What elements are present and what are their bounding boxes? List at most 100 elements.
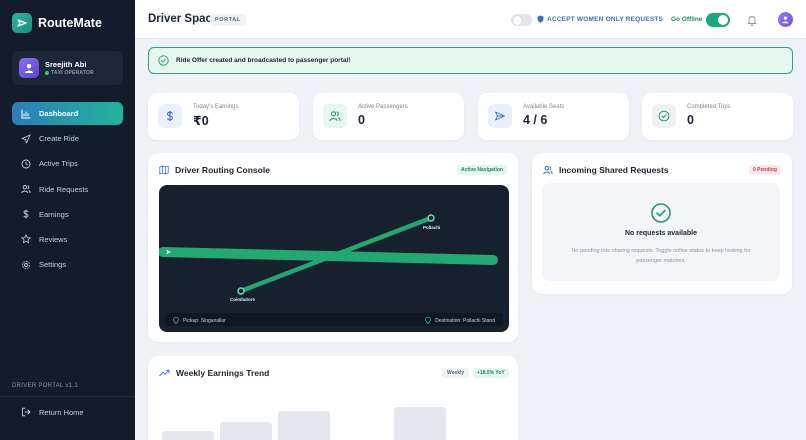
sidebar-item-label: Reviews xyxy=(39,234,68,244)
brand[interactable]: RouteMate xyxy=(12,13,102,33)
period-selector[interactable]: Weekly xyxy=(442,368,470,378)
empty-title: No requests available xyxy=(625,230,697,237)
map-footer: Pickup: Singanallur Destination: Pollach… xyxy=(165,313,503,326)
earnings-trend-panel: Weekly Earnings Trend Weekly +18.5% YoY xyxy=(148,356,518,440)
location-pin-icon xyxy=(425,317,431,324)
avatar xyxy=(19,58,39,78)
sidebar-item-label: Settings xyxy=(39,260,67,270)
navigation-icon xyxy=(21,134,31,144)
star-icon xyxy=(21,234,31,244)
destination-label: Pollachi xyxy=(423,225,441,230)
logout-icon xyxy=(22,407,31,417)
earnings-bar xyxy=(162,431,214,440)
map-icon xyxy=(159,165,169,175)
routemate-logo-icon xyxy=(12,13,32,33)
clock-icon xyxy=(21,159,31,169)
sidebar-item-active-trips[interactable]: Active Trips xyxy=(12,152,123,175)
stat-value: 4 / 6 xyxy=(523,113,548,127)
stat-value: 0 xyxy=(687,113,694,127)
trending-up-icon xyxy=(159,369,170,376)
go-offline-label: Go Offline xyxy=(671,16,703,23)
incoming-requests-panel: Incoming Shared Requests 0 Pending No re… xyxy=(532,153,792,294)
users-icon xyxy=(543,166,553,175)
check-circle-icon xyxy=(652,104,676,128)
online-status-toggle[interactable] xyxy=(706,13,730,27)
pending-badge: 0 Pending xyxy=(749,165,781,175)
pickup-text: Pickup: Singanallur xyxy=(183,317,226,324)
header-avatar[interactable] xyxy=(778,12,793,27)
dollar-icon xyxy=(158,104,182,128)
requests-title-text: Incoming Shared Requests xyxy=(559,165,669,175)
location-pin-icon xyxy=(173,317,179,324)
portal-badge: PORTAL xyxy=(210,14,246,26)
top-header: Driver Space PORTAL ACCEPT WOMEN ONLY RE… xyxy=(135,0,806,39)
brand-name: RouteMate xyxy=(38,16,102,30)
route-map-canvas xyxy=(159,214,498,295)
stat-label: Available Seats xyxy=(523,104,565,110)
user-role: TAXI OPERATOR xyxy=(45,70,94,76)
route-map[interactable]: Coimbatore Pollachi Pickup: Singanallur … xyxy=(159,185,509,332)
dollar-icon xyxy=(23,210,29,219)
destination-info: Destination: Pollachi Stand xyxy=(425,317,495,324)
navigation-status-badge: Active Navigation xyxy=(457,165,507,175)
stat-card-earnings: Today's Earnings ₹0 xyxy=(148,93,299,140)
sidebar-item-label: Earnings xyxy=(39,209,69,219)
portal-version: DRIVER PORTAL v1.1 xyxy=(12,383,78,389)
shield-icon xyxy=(537,15,544,23)
pickup-info: Pickup: Singanallur xyxy=(173,317,226,324)
stat-label: Active Passengers xyxy=(358,104,408,110)
empty-state: No requests available No pending ride sh… xyxy=(542,183,780,281)
earnings-title-text: Weekly Earnings Trend xyxy=(176,368,270,378)
return-home-label: Return Home xyxy=(39,407,84,417)
women-only-label: ACCEPT WOMEN ONLY REQUESTS xyxy=(537,15,663,23)
destination-text: Destination: Pollachi Stand xyxy=(435,317,495,324)
women-only-toggle[interactable] xyxy=(511,14,532,26)
sidebar-item-create-ride[interactable]: Create Ride xyxy=(12,127,123,150)
yoy-change-badge: +18.5% YoY xyxy=(473,368,509,378)
requests-title: Incoming Shared Requests xyxy=(543,165,669,175)
routing-console-panel: Driver Routing Console Active Navigation… xyxy=(148,153,518,342)
sidebar-item-ride-requests[interactable]: Ride Requests xyxy=(12,178,123,201)
women-only-text: ACCEPT WOMEN ONLY REQUESTS xyxy=(547,15,664,23)
earnings-title: Weekly Earnings Trend xyxy=(159,368,269,378)
stat-label: Completed Trips xyxy=(687,104,731,110)
sidebar-item-label: Ride Requests xyxy=(39,184,89,194)
users-icon xyxy=(21,185,31,194)
sidebar-item-label: Active Trips xyxy=(39,159,78,169)
bar-chart-icon xyxy=(21,109,31,118)
earnings-bar xyxy=(394,407,446,440)
stat-card-seats: Available Seats 4 / 6 xyxy=(478,93,629,140)
alert-message: Ride Offer created and broadcasted to pa… xyxy=(176,57,351,64)
user-role-label: TAXI OPERATOR xyxy=(51,70,94,76)
page-title: Driver Space xyxy=(148,13,219,25)
stat-card-passengers: Active Passengers 0 xyxy=(313,93,464,140)
sidebar-nav: Dashboard Create Ride Active Trips Ride … xyxy=(12,102,123,278)
check-circle-icon xyxy=(158,55,169,66)
stat-value: 0 xyxy=(358,113,365,127)
origin-label: Coimbatore xyxy=(230,297,256,302)
stat-card-completed: Completed Trips 0 xyxy=(642,93,793,140)
earnings-bar xyxy=(278,411,330,440)
user-card[interactable]: Sreejith Abi TAXI OPERATOR xyxy=(12,51,123,85)
return-home-button[interactable]: Return Home xyxy=(12,402,123,422)
send-icon xyxy=(488,104,512,128)
gear-icon xyxy=(21,260,31,269)
user-name: Sreejith Abi xyxy=(45,60,87,69)
online-dot-icon xyxy=(45,71,49,75)
sidebar-item-label: Create Ride xyxy=(39,134,80,144)
sidebar-item-settings[interactable]: Settings xyxy=(12,253,123,276)
empty-description: No pending ride sharing requests. Toggle… xyxy=(571,248,751,264)
notification-bell-icon[interactable] xyxy=(746,13,758,31)
earnings-bar xyxy=(220,422,272,440)
destination-marker-icon xyxy=(427,214,435,222)
sidebar-item-dashboard[interactable]: Dashboard xyxy=(12,102,123,125)
sidebar-item-label: Dashboard xyxy=(39,109,79,118)
routing-console-title: Driver Routing Console xyxy=(159,165,270,175)
sidebar-item-earnings[interactable]: Earnings xyxy=(12,203,123,226)
sidebar-item-reviews[interactable]: Reviews xyxy=(12,228,123,251)
stat-value: ₹0 xyxy=(193,114,209,128)
check-circle-icon xyxy=(651,203,671,223)
origin-marker-icon xyxy=(237,287,245,295)
sidebar: RouteMate Sreejith Abi TAXI OPERATOR Das… xyxy=(0,0,135,440)
stat-label: Today's Earnings xyxy=(193,104,239,110)
